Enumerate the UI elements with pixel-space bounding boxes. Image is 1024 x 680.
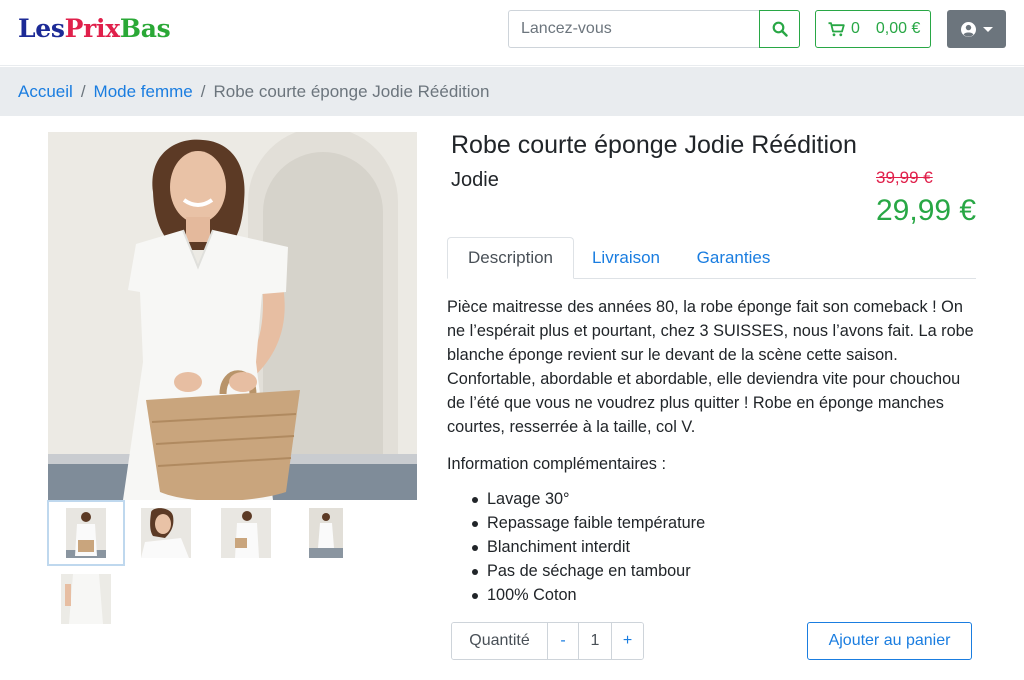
user-circle-icon [961,21,976,37]
breadcrumb-current: Robe courte éponge Jodie Réédition [213,81,490,101]
thumbnail-image [309,508,343,558]
product-title: Robe courte éponge Jodie Réédition [451,131,857,159]
list-item: Blanchiment interdit [471,535,705,559]
list-item: Repassage faible température [471,511,705,535]
thumbnail-image [221,508,271,558]
search-form [508,10,800,48]
list-item: Lavage 30° [471,487,705,511]
breadcrumb-category[interactable]: Mode femme [94,82,193,102]
tab-garanties[interactable]: Garanties [678,237,789,279]
search-icon [772,21,788,37]
current-price: 29,99 € [876,194,977,227]
list-item: 100% Coton [471,583,705,607]
breadcrumb-home[interactable]: Accueil [18,82,73,102]
thumbnail-2[interactable] [127,500,205,566]
thumbnail-4[interactable] [287,500,365,566]
old-price: 39,99 € [876,168,933,187]
breadcrumb-separator: / [200,81,206,101]
info-title: Information complémentaires : [447,455,666,473]
quantity-label: Quantité [452,623,548,659]
product-description: Pièce maitresse des années 80, la robe é… [447,298,974,436]
tab-description[interactable]: Description [447,237,574,279]
site-logo[interactable]: LesPrixBas [18,14,171,43]
chevron-down-icon [983,26,993,32]
thumbnail-5[interactable] [47,566,125,632]
quantity-plus-button[interactable]: + [612,623,643,659]
thumbnail-image [141,508,191,558]
product-tabs: Description Livraison Garanties [447,237,976,279]
breadcrumb-separator: / [80,81,86,101]
add-to-cart-button[interactable]: Ajouter au panier [807,622,972,660]
search-button[interactable] [759,10,800,48]
thumbnail-image [66,508,106,558]
cart-count: 0 [851,20,860,37]
quantity-stepper: Quantité - 1 + [451,622,644,660]
quantity-value[interactable]: 1 [579,623,612,659]
product-photo [48,132,417,500]
top-navbar: LesPrixBas 0 0,00 € [0,0,1024,66]
cart-icon [828,21,845,36]
search-input[interactable] [508,10,759,48]
thumbnail-image [61,574,111,624]
info-list: Lavage 30° Repassage faible température … [471,487,705,607]
thumbnail-3[interactable] [207,500,285,566]
thumbnail-1[interactable] [47,500,125,566]
logo-part-bas: Bas [119,14,171,43]
product-main-image[interactable] [48,132,417,500]
product-brand: Jodie [451,169,499,191]
cart-button[interactable]: 0 0,00 € [815,10,931,48]
logo-part-prix: Prix [64,14,120,43]
cart-amount: 0,00 € [875,20,921,37]
tab-livraison[interactable]: Livraison [574,237,678,279]
user-menu-button[interactable] [947,10,1006,48]
list-item: Pas de séchage en tambour [471,559,705,583]
breadcrumb: Accueil / Mode femme / Robe courte épong… [0,67,1024,116]
quantity-minus-button[interactable]: - [548,623,579,659]
logo-part-les: Les [18,14,65,43]
